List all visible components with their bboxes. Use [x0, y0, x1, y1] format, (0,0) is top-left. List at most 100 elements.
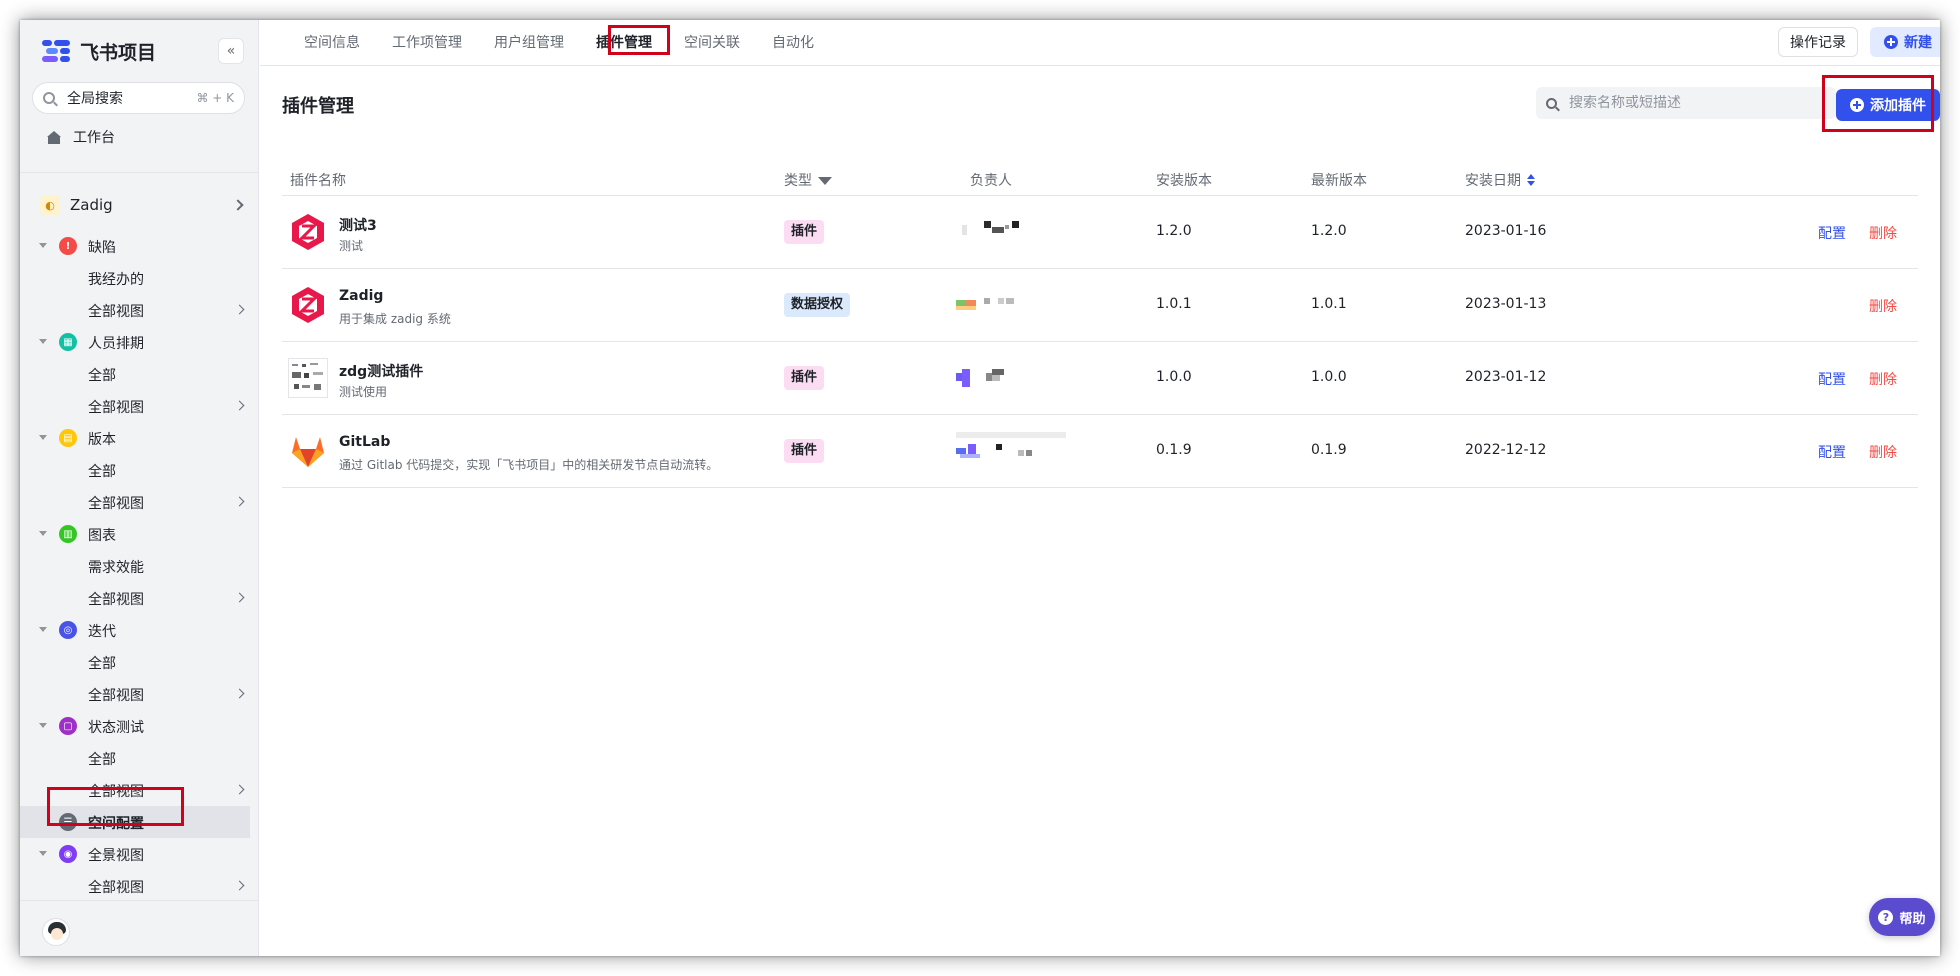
plugin-search-input[interactable]	[1569, 95, 1809, 111]
tabs: 空间信息 工作项管理 用户组管理 插件管理 空间关联 自动化	[288, 20, 830, 66]
sidebar-item-all-views[interactable]: 全部视图	[20, 582, 259, 614]
sidebar-item-all-views[interactable]: 全部视图	[20, 870, 259, 902]
main-content: 空间信息 工作项管理 用户组管理 插件管理 空间关联 自动化 操作记录 新建 插…	[260, 20, 1940, 956]
panorama-icon: ◉	[59, 845, 77, 863]
sidebar-item-my-handled[interactable]: 我经办的	[20, 262, 259, 294]
chevron-right-icon	[234, 592, 245, 603]
home-icon	[47, 130, 61, 144]
sidebar-item-all[interactable]: 全部	[20, 454, 259, 486]
latest-version: 1.0.1	[1311, 296, 1347, 312]
sidebar-divider	[20, 172, 259, 173]
sidebar-item-all-views[interactable]: 全部视图	[20, 774, 259, 806]
collapse-sidebar-button[interactable]: «	[218, 38, 244, 64]
app-window: 飞书项目 « 全局搜索 ⌘ + K 工作台 ◐ Zadig ! 缺陷 我经办的 …	[20, 20, 1940, 956]
installed-version: 1.0.0	[1156, 369, 1192, 385]
global-search-button[interactable]: 全局搜索 ⌘ + K	[32, 82, 245, 114]
header-plugin-name: 插件名称	[290, 170, 346, 190]
tab-space-association[interactable]: 空间关联	[668, 28, 756, 58]
sidebar-group-defect[interactable]: ! 缺陷	[20, 230, 259, 262]
help-button[interactable]: ? 帮助	[1869, 898, 1935, 936]
app-logo[interactable]: 飞书项目	[42, 36, 156, 66]
configure-button[interactable]: 配置	[1818, 369, 1846, 389]
install-date: 2023-01-16	[1465, 223, 1547, 239]
new-button[interactable]: 新建	[1870, 27, 1940, 57]
screenshot-thumb-icon	[288, 358, 328, 398]
caret-down-icon	[39, 627, 47, 632]
schedule-icon: ▦	[59, 333, 77, 351]
sidebar-item-space-config[interactable]: ☰ 空间配置	[20, 806, 250, 838]
type-tag: 插件	[784, 439, 825, 463]
sidebar-item-label: 全部视图	[88, 496, 144, 512]
sidebar-item-all-views[interactable]: 全部视图	[20, 390, 259, 422]
sidebar-item-label: 全部	[88, 656, 116, 672]
plugin-name[interactable]: zdg测试插件	[339, 361, 423, 381]
delete-button[interactable]: 删除	[1869, 369, 1897, 389]
sidebar-group-staff-schedule[interactable]: ▦ 人员排期	[20, 326, 259, 358]
defect-icon: !	[59, 237, 77, 255]
type-tag: 插件	[784, 366, 825, 390]
installed-version: 1.0.1	[1156, 296, 1192, 312]
table-row: zdg测试插件 测试使用 插件 1.0.0 1.0.0 2023-01-12 配…	[282, 342, 1918, 415]
caret-down-icon	[39, 435, 47, 440]
user-avatar[interactable]	[42, 918, 70, 946]
tab-user-group-management[interactable]: 用户组管理	[478, 28, 580, 58]
project-switcher[interactable]: ◐ Zadig	[40, 190, 250, 220]
sidebar-item-all-views[interactable]: 全部视图	[20, 486, 259, 518]
search-shortcut: ⌘ + K	[196, 91, 234, 105]
tab-space-info[interactable]: 空间信息	[288, 28, 376, 58]
sidebar-tree: ! 缺陷 我经办的 全部视图 ▦ 人员排期 全部 全部视图 ▤ 版本 全部 全部…	[20, 230, 259, 902]
plugin-desc: 用于集成 zadig 系统	[339, 312, 451, 326]
chevron-right-icon	[234, 496, 245, 507]
table-header: 插件名称 类型 负责人 安装版本 最新版本 安装日期	[282, 160, 1918, 196]
sidebar-item-demand-efficiency[interactable]: 需求效能	[20, 550, 259, 582]
install-date: 2023-01-13	[1465, 296, 1547, 312]
chevron-right-icon	[234, 688, 245, 699]
plugin-name[interactable]: GitLab	[339, 434, 390, 450]
install-date: 2023-01-12	[1465, 369, 1547, 385]
configure-button[interactable]: 配置	[1818, 442, 1846, 462]
plus-circle-icon	[1884, 35, 1898, 49]
add-plugin-label: 添加插件	[1870, 98, 1926, 114]
header-type[interactable]: 类型	[784, 170, 832, 190]
type-tag: 数据授权	[784, 293, 851, 317]
sort-icon[interactable]	[1527, 174, 1535, 186]
sidebar-group-iteration[interactable]: ◎ 迭代	[20, 614, 259, 646]
sidebar-item-all[interactable]: 全部	[20, 358, 259, 390]
sidebar-group-label: 版本	[88, 432, 116, 448]
sidebar-item-all[interactable]: 全部	[20, 742, 259, 774]
search-icon	[43, 92, 55, 104]
filter-icon[interactable]	[818, 177, 832, 185]
operation-log-button[interactable]: 操作记录	[1778, 27, 1858, 57]
plugin-table: 插件名称 类型 负责人 安装版本 最新版本 安装日期 测试3 测试 插件 1.2…	[282, 160, 1918, 488]
header-install-date[interactable]: 安装日期	[1465, 170, 1535, 190]
plugin-search[interactable]	[1536, 87, 1836, 119]
chevron-right-icon	[234, 400, 245, 411]
sidebar-group-label: 人员排期	[88, 336, 144, 352]
delete-button[interactable]: 删除	[1869, 223, 1897, 243]
sidebar-group-charts[interactable]: ▥ 图表	[20, 518, 259, 550]
plugin-name[interactable]: Zadig	[339, 288, 383, 304]
plugin-name[interactable]: 测试3	[339, 215, 377, 235]
tab-work-item-management[interactable]: 工作项管理	[376, 28, 478, 58]
sidebar-item-workbench[interactable]: 工作台	[47, 122, 115, 152]
delete-button[interactable]: 删除	[1869, 296, 1897, 316]
sidebar-item-all-views[interactable]: 全部视图	[20, 294, 259, 326]
header-label: 安装版本	[1156, 173, 1212, 189]
delete-button[interactable]: 删除	[1869, 442, 1897, 462]
sidebar-group-version[interactable]: ▤ 版本	[20, 422, 259, 454]
configure-button[interactable]: 配置	[1818, 223, 1846, 243]
project-name: Zadig	[70, 196, 113, 214]
status-test-icon: ▢	[59, 717, 77, 735]
sidebar-item-all[interactable]: 全部	[20, 646, 259, 678]
add-plugin-button[interactable]: 添加插件	[1836, 89, 1940, 121]
tab-automation[interactable]: 自动化	[756, 28, 830, 58]
sidebar-group-label: 图表	[88, 528, 116, 544]
sidebar-group-panorama[interactable]: ◉ 全景视图	[20, 838, 259, 870]
sidebar-item-all-views[interactable]: 全部视图	[20, 678, 259, 710]
chevron-right-icon	[234, 784, 245, 795]
help-label: 帮助	[1899, 911, 1926, 927]
sidebar-group-label: 状态测试	[88, 720, 144, 736]
sidebar-group-status-test[interactable]: ▢ 状态测试	[20, 710, 259, 742]
caret-down-icon	[39, 339, 47, 344]
tab-plugin-management[interactable]: 插件管理	[580, 28, 668, 58]
